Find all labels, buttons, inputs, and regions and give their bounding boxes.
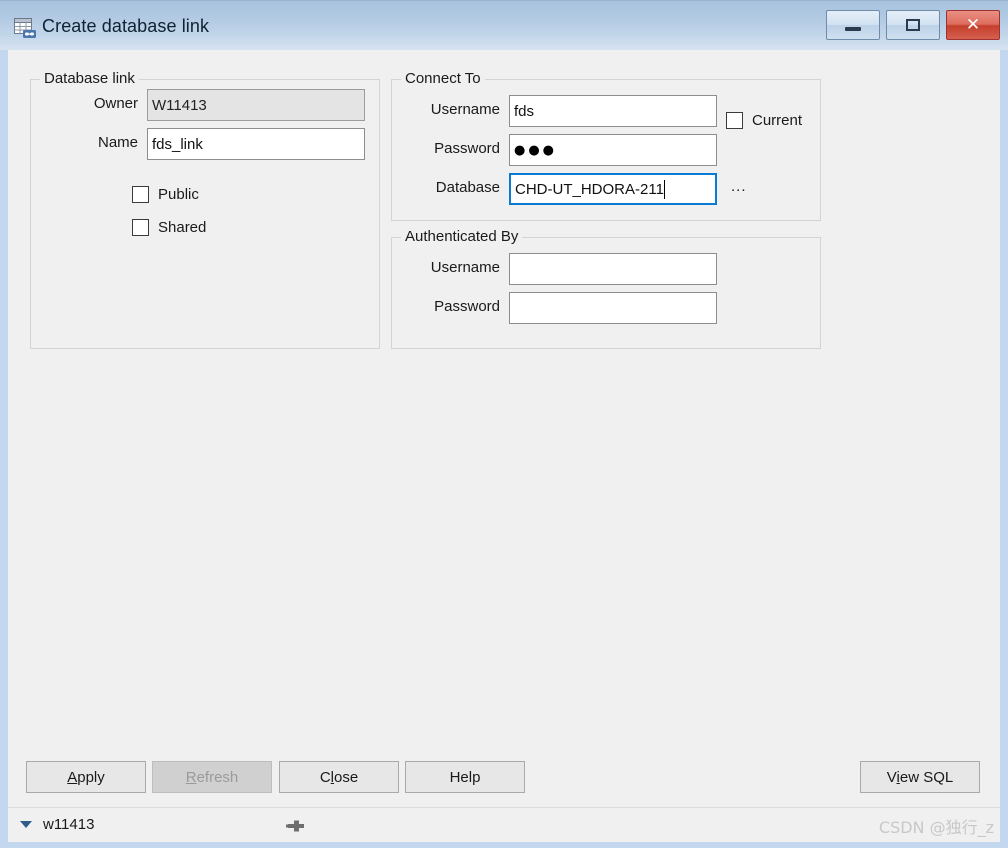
refresh-button-label: Refresh: [185, 768, 239, 786]
text-caret: [663, 179, 665, 199]
shared-label: Shared: [158, 219, 207, 236]
minimize-button[interactable]: [826, 10, 880, 40]
close-dialog-button[interactable]: Close: [279, 761, 399, 793]
view-sql-button-label: View SQL: [886, 768, 954, 786]
owner-value: W11413: [152, 96, 207, 114]
auth-username-label: Username: [430, 259, 500, 276]
close-button[interactable]: ✕: [946, 10, 1000, 40]
connect-password-input[interactable]: ●●●: [509, 134, 717, 166]
status-connection-label[interactable]: w11413: [43, 816, 94, 833]
connect-to-group: Connect To Username fds Password ●●● Dat…: [391, 70, 821, 221]
database-link-group: Database link Owner W11413 Name fds_link…: [30, 70, 380, 349]
connect-username-value: fds: [514, 102, 535, 120]
public-checkbox[interactable]: [132, 186, 149, 203]
owner-label: Owner: [93, 95, 138, 112]
database-link-group-legend: Database link: [40, 70, 139, 87]
connect-to-group-legend: Connect To: [401, 70, 485, 87]
authenticated-by-group: Authenticated By Username Password: [391, 228, 821, 349]
maximize-icon: [906, 19, 920, 31]
current-label: Current: [752, 112, 803, 129]
maximize-button[interactable]: [886, 10, 940, 40]
connect-username-label: Username: [430, 101, 500, 118]
auth-password-input[interactable]: [509, 292, 717, 324]
pin-icon[interactable]: [286, 818, 306, 834]
database-link-icon: [14, 18, 36, 38]
status-bar: w11413 CSDN @独行_z: [8, 807, 1000, 842]
current-checkbox-row[interactable]: Current: [726, 112, 802, 129]
close-icon: ✕: [965, 14, 981, 35]
connect-username-input[interactable]: fds: [509, 95, 717, 127]
name-input[interactable]: fds_link: [147, 128, 365, 160]
chevron-down-icon[interactable]: [20, 821, 32, 828]
name-value: fds_link: [152, 135, 203, 153]
shared-checkbox[interactable]: [132, 219, 149, 236]
connect-database-input[interactable]: CHD-UT_HDORA-211: [509, 173, 717, 205]
watermark: CSDN @独行_z: [878, 818, 994, 837]
public-checkbox-row[interactable]: Public: [132, 186, 199, 203]
help-button-label: Help: [449, 768, 481, 786]
connect-password-value: ●●●: [514, 142, 558, 158]
authenticated-by-group-legend: Authenticated By: [401, 228, 523, 245]
shared-checkbox-row[interactable]: Shared: [132, 219, 206, 236]
apply-button[interactable]: Apply: [26, 761, 146, 793]
title-bar[interactable]: Create database link ✕: [0, 1, 1008, 50]
connect-database-value: CHD-UT_HDORA-211: [515, 180, 664, 198]
dialog-window: Create database link ✕ Database link Own…: [0, 0, 1008, 848]
auth-password-label: Password: [434, 298, 500, 315]
connect-password-label: Password: [434, 140, 500, 157]
name-label: Name: [97, 134, 138, 151]
refresh-button: Refresh: [152, 761, 272, 793]
close-dialog-button-label: Close: [319, 768, 359, 786]
auth-username-input[interactable]: [509, 253, 717, 285]
current-checkbox[interactable]: [726, 112, 743, 129]
minimize-icon: [845, 26, 861, 31]
connect-database-label: Database: [435, 179, 500, 196]
window-title: Create database link: [42, 16, 210, 36]
public-label: Public: [158, 186, 199, 203]
dialog-body: Database link Owner W11413 Name fds_link…: [8, 50, 1000, 807]
database-browse-button[interactable]: ...: [731, 178, 747, 195]
window-controls: ✕: [826, 10, 1000, 40]
apply-button-label: Apply: [67, 768, 105, 786]
owner-input[interactable]: W11413: [147, 89, 365, 121]
help-button[interactable]: Help: [405, 761, 525, 793]
view-sql-button[interactable]: View SQL: [860, 761, 980, 793]
